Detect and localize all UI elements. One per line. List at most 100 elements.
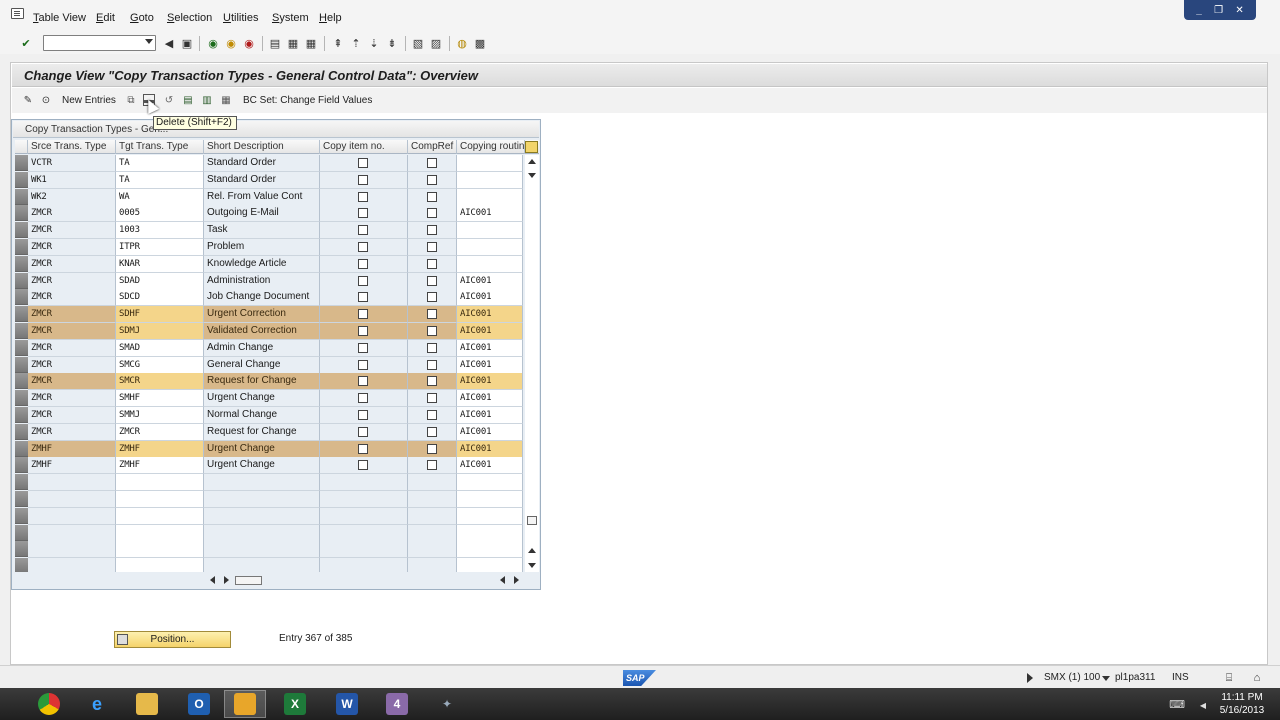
- comp-ref-checkbox[interactable]: [427, 242, 437, 252]
- cell-copy[interactable]: [320, 155, 408, 172]
- cell-desc[interactable]: Standard Order: [204, 171, 320, 189]
- cell-copy[interactable]: [320, 373, 408, 391]
- cell-routine[interactable]: AIC001: [457, 407, 523, 424]
- window-menu-icon[interactable]: [11, 8, 24, 19]
- bc-set-change-field-values-button[interactable]: BC Set: Change Field Values: [243, 95, 372, 106]
- new-entries-button[interactable]: New Entries: [62, 95, 116, 106]
- lock-icon[interactable]: ⌂: [1250, 671, 1264, 685]
- table-row[interactable]: VCTR TA Standard Order: [15, 155, 523, 172]
- cell-copy[interactable]: [320, 457, 408, 475]
- cell-routine[interactable]: [457, 255, 523, 273]
- cell-copy[interactable]: [320, 306, 408, 324]
- cell-routine[interactable]: AIC001: [457, 289, 523, 307]
- cell-copy[interactable]: [320, 205, 408, 223]
- copy-item-checkbox[interactable]: [358, 359, 368, 370]
- cell-copy[interactable]: [320, 289, 408, 307]
- table-row[interactable]: ZMCR 0005 Outgoing E-Mail AIC001: [15, 205, 523, 223]
- comp-ref-checkbox[interactable]: [427, 342, 437, 353]
- table-row[interactable]: ZMCR SMAD Admin Change AIC001: [15, 339, 523, 357]
- cell-routine[interactable]: AIC001: [457, 306, 523, 324]
- cell-copy[interactable]: [320, 356, 408, 374]
- cell-comp[interactable]: [408, 239, 457, 256]
- cell-copy[interactable]: [320, 171, 408, 189]
- copy-item-checkbox[interactable]: [358, 292, 368, 303]
- taskbar-excel[interactable]: X: [274, 690, 316, 718]
- cell-tgt[interactable]: SMMJ: [116, 407, 204, 424]
- cell-src[interactable]: VCTR: [28, 155, 116, 172]
- menu-edit[interactable]: Edit: [96, 12, 115, 24]
- position-button[interactable]: Position...: [114, 631, 231, 648]
- cell-comp[interactable]: [408, 255, 457, 273]
- comp-ref-checkbox[interactable]: [427, 460, 437, 471]
- taskbar-sap[interactable]: [224, 690, 266, 718]
- help-icon[interactable]: ◍: [455, 36, 469, 50]
- cell-comp[interactable]: [408, 373, 457, 391]
- copy-item-checkbox[interactable]: [358, 225, 368, 236]
- cell-copy[interactable]: [320, 323, 408, 340]
- comp-ref-checkbox[interactable]: [427, 410, 437, 420]
- cell-desc[interactable]: Validated Correction: [204, 323, 320, 340]
- cell-tgt[interactable]: SMCG: [116, 356, 204, 374]
- cell-src[interactable]: ZMCR: [28, 339, 116, 357]
- cell-src[interactable]: ZMHF: [28, 440, 116, 458]
- menu-help[interactable]: Help: [319, 12, 342, 24]
- table-row[interactable]: ZMCR SDAD Administration AIC001: [15, 272, 523, 290]
- row-selector[interactable]: [15, 255, 28, 272]
- table-row[interactable]: ZMCR SDMJ Validated Correction AIC001: [15, 323, 523, 340]
- cell-routine[interactable]: AIC001: [457, 339, 523, 357]
- row-selector[interactable]: [15, 474, 28, 491]
- keyboard-icon[interactable]: ⌨: [1169, 697, 1185, 711]
- cell-desc[interactable]: Outgoing E-Mail: [204, 205, 320, 223]
- select-all-rows-handle[interactable]: [15, 140, 28, 154]
- row-selector[interactable]: [15, 423, 28, 440]
- scroll-page-down-icon[interactable]: [528, 173, 536, 178]
- table-row[interactable]: ZMCR ZMCR Request for Change AIC001: [15, 423, 523, 441]
- scroll-left-icon[interactable]: [500, 576, 505, 584]
- restore-icon[interactable]: ❐: [1214, 5, 1223, 16]
- row-selector[interactable]: [15, 205, 28, 222]
- scroll-left-icon[interactable]: [210, 576, 215, 584]
- row-selector[interactable]: [15, 306, 28, 323]
- cancel-icon[interactable]: ◉: [242, 36, 256, 50]
- cell-comp[interactable]: [408, 155, 457, 172]
- cell-desc[interactable]: Urgent Change: [204, 440, 320, 458]
- minimize-icon[interactable]: _: [1196, 5, 1202, 16]
- comp-ref-checkbox[interactable]: [427, 275, 437, 286]
- cell-desc[interactable]: Request for Change: [204, 423, 320, 441]
- cell-routine[interactable]: [457, 222, 523, 240]
- cell-tgt[interactable]: 0005: [116, 205, 204, 223]
- cell-src[interactable]: ZMCR: [28, 255, 116, 273]
- status-expand-icon[interactable]: [1027, 673, 1033, 683]
- row-selector[interactable]: [15, 356, 28, 373]
- copy-item-checkbox[interactable]: [358, 410, 368, 420]
- table-row[interactable]: WK2 WA Rel. From Value Cont: [15, 188, 523, 206]
- cell-desc[interactable]: Problem: [204, 239, 320, 256]
- cell-routine[interactable]: [457, 155, 523, 172]
- back-arrow-icon[interactable]: ◀: [162, 36, 176, 50]
- menu-goto[interactable]: Goto: [130, 12, 154, 24]
- system-info[interactable]: SMX (1) 100: [1044, 672, 1100, 683]
- cell-copy[interactable]: [320, 272, 408, 290]
- cell-comp[interactable]: [408, 188, 457, 206]
- tray-expand-icon[interactable]: ◀: [1196, 698, 1210, 712]
- cell-desc[interactable]: Standard Order: [204, 155, 320, 172]
- status-icon[interactable]: ⌸: [1222, 671, 1236, 685]
- cell-copy[interactable]: [320, 407, 408, 424]
- cell-tgt[interactable]: KNAR: [116, 255, 204, 273]
- cell-comp[interactable]: [408, 171, 457, 189]
- comp-ref-checkbox[interactable]: [427, 191, 437, 202]
- cell-copy[interactable]: [320, 255, 408, 273]
- cell-copy[interactable]: [320, 239, 408, 256]
- row-selector[interactable]: [15, 222, 28, 239]
- cell-tgt[interactable]: ZMHF: [116, 440, 204, 458]
- cell-routine[interactable]: [457, 239, 523, 256]
- display-icon[interactable]: ⊙: [40, 94, 52, 106]
- next-page-icon[interactable]: ⇣: [367, 36, 381, 50]
- table-row[interactable]: ZMCR SMHF Urgent Change AIC001: [15, 390, 523, 408]
- table-row[interactable]: ZMCR SMMJ Normal Change AIC001: [15, 407, 523, 424]
- comp-ref-checkbox[interactable]: [427, 225, 437, 236]
- row-selector[interactable]: [15, 457, 28, 474]
- row-selector[interactable]: [15, 239, 28, 255]
- copy-item-checkbox[interactable]: [358, 426, 368, 437]
- cell-tgt[interactable]: TA: [116, 155, 204, 172]
